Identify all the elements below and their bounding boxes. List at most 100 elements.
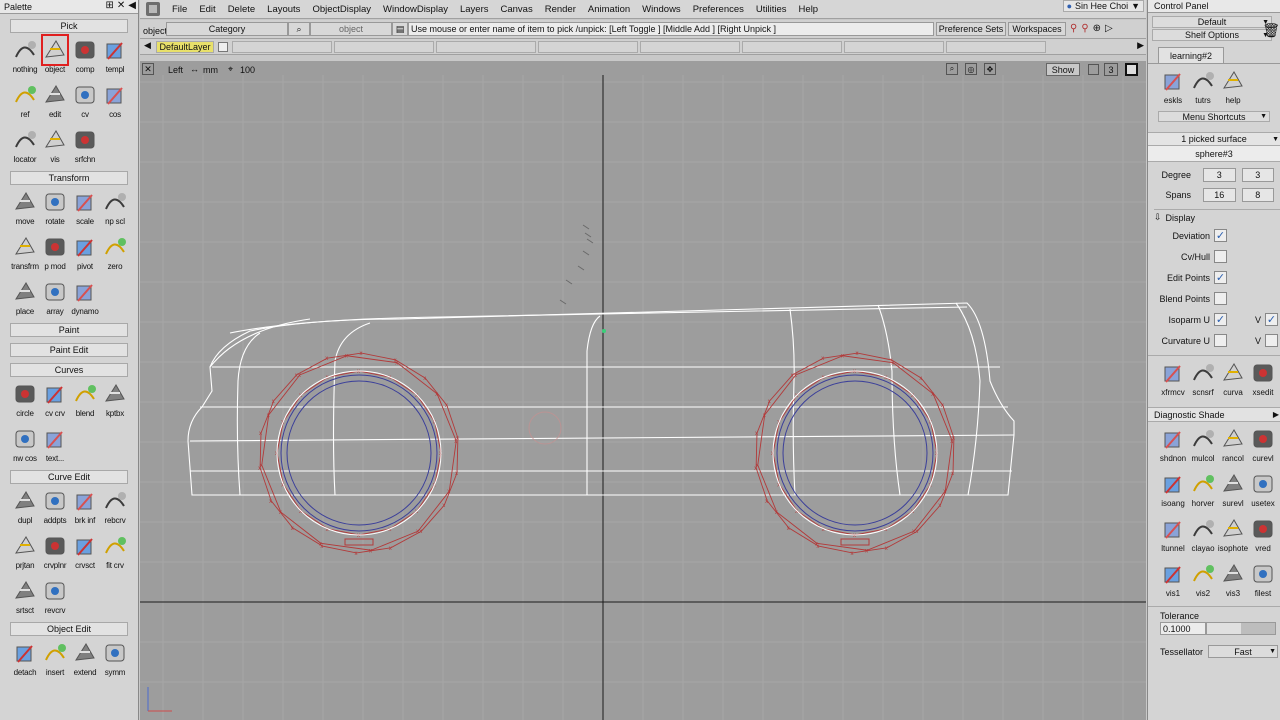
command-prompt-field[interactable]: Use mouse or enter name of item to pick … <box>408 22 934 36</box>
maximize-icon[interactable] <box>1125 63 1138 76</box>
workspaces-button[interactable]: Workspaces <box>1008 22 1066 36</box>
diagnostic-shade-header[interactable]: Diagnostic Shade ▶ <box>1148 407 1280 422</box>
edit-points-checkbox[interactable]: ✓ <box>1214 271 1227 284</box>
move-view-icon[interactable]: ✥ <box>984 63 996 75</box>
user-menu[interactable]: ● Sin Hee Choi ▼ <box>1062 0 1144 12</box>
menu-shortcuts-button[interactable]: Menu Shortcuts <box>1158 111 1270 122</box>
transform-zero-tool[interactable]: zero <box>100 232 130 276</box>
curves-text-tool[interactable]: text... <box>40 424 70 468</box>
pick-srfchn-tool[interactable]: srfchn <box>70 125 100 169</box>
curves-cv-crv-tool[interactable]: cv crv <box>40 379 70 423</box>
preference-sets-button[interactable]: Preference Sets <box>936 22 1006 36</box>
menu-edit[interactable]: Edit <box>193 4 221 15</box>
curve-edit-rebcrv-tool[interactable]: rebcrv <box>100 486 130 530</box>
layer-slot[interactable] <box>742 41 842 53</box>
wheel-2[interactable]: xxxxxxxxxxxxxxxxxxxxxxxxxxxxxxxxxxxxxxxx… <box>754 351 955 557</box>
prompt-history-icon[interactable]: ▤ <box>392 22 408 36</box>
transform-pivot-tool[interactable]: pivot <box>70 232 100 276</box>
menu-utilities[interactable]: Utilities <box>750 4 793 15</box>
layer-slot[interactable] <box>436 41 536 53</box>
default-layer-tab[interactable]: DefaultLayer <box>156 41 214 53</box>
curves-kptbx-tool[interactable]: kptbx <box>100 379 130 423</box>
menu-delete[interactable]: Delete <box>222 4 261 15</box>
layer-scroll-right-icon[interactable]: ▶ <box>1137 40 1144 51</box>
trash-icon[interactable]: 🗑 <box>1262 22 1280 39</box>
shade-vred-tool[interactable]: vred <box>1248 514 1278 559</box>
shade-vis3-tool[interactable]: vis3 <box>1218 559 1248 604</box>
shade-curevl-tool[interactable]: curevl <box>1248 424 1278 469</box>
menu-file[interactable]: File <box>166 4 193 15</box>
picked-object-dropdown[interactable]: 1 picked surface ▼ <box>1148 132 1280 146</box>
shade-filest-tool[interactable]: filest <box>1248 559 1278 604</box>
shade-horver-tool[interactable]: horver <box>1188 469 1218 514</box>
transform-rotate-tool[interactable]: rotate <box>40 187 70 231</box>
layer-slot[interactable] <box>232 41 332 53</box>
section-paint[interactable]: Paint <box>10 323 128 337</box>
viewport-canvas[interactable]: x x x x x x x x x x x x x x x x x x x x x x x x x x x x x x x x x x x x x x x x… <box>140 61 1146 720</box>
zoom-icon[interactable]: ⌕ <box>946 63 958 75</box>
curves-blend-tool[interactable]: blend <box>70 379 100 423</box>
degree-u-field[interactable]: 3 <box>1203 168 1236 182</box>
shelf-options-dropdown[interactable]: Shelf Options <box>1152 29 1272 41</box>
transform-move-tool[interactable]: move <box>10 187 40 231</box>
object-edit-symm-tool[interactable]: symm <box>100 638 130 682</box>
object-edit-detach-tool[interactable]: detach <box>10 638 40 682</box>
menu-windows[interactable]: Windows <box>636 4 687 15</box>
curves-nw-cos-tool[interactable]: nw cos <box>10 424 40 468</box>
transform-p-mod-tool[interactable]: p mod <box>40 232 70 276</box>
object-edit-extend-tool[interactable]: extend <box>70 638 100 682</box>
section-object-edit[interactable]: Object Edit <box>10 622 128 636</box>
spans-v-field[interactable]: 8 <box>1241 188 1274 202</box>
collapse-icon[interactable]: ◀ <box>128 0 136 11</box>
transform-np-scl-tool[interactable]: np scl <box>100 187 130 231</box>
viewport-left[interactable]: x x x x x x x x x x x x x x x x x x x x x x x x x x x x x x x x x x x x x x x x… <box>140 61 1146 720</box>
tolerance-field[interactable]: 0.1000 <box>1160 622 1206 635</box>
layer-slot[interactable] <box>538 41 638 53</box>
category-dropdown[interactable]: Category <box>166 22 288 36</box>
play-icon[interactable]: ▷ <box>1105 23 1113 34</box>
shelf-help-tool[interactable]: help <box>1218 66 1248 111</box>
cv-hull-checkbox[interactable] <box>1214 250 1227 263</box>
close-icon[interactable]: ✕ <box>117 0 125 11</box>
shade-isoang-tool[interactable]: isoang <box>1158 469 1188 514</box>
menu-layouts[interactable]: Layouts <box>261 4 306 15</box>
transform-array-tool[interactable]: array <box>40 277 70 321</box>
shade-rancol-tool[interactable]: rancol <box>1218 424 1248 469</box>
shade-clayao-tool[interactable]: clayao <box>1188 514 1218 559</box>
object-filter-field[interactable]: object <box>310 22 392 36</box>
curve-edit-srtsct-tool[interactable]: srtsct <box>10 576 40 620</box>
curve-edit-addpts-tool[interactable]: addpts <box>40 486 70 530</box>
curve-edit-prjtan-tool[interactable]: prjtan <box>10 531 40 575</box>
shade-surevl-tool[interactable]: surevl <box>1218 469 1248 514</box>
pick-filter-icon[interactable]: ⌕ <box>288 22 310 36</box>
menu-objectdisplay[interactable]: ObjectDisplay <box>306 4 377 15</box>
pick-vis-tool[interactable]: vis <box>40 125 70 169</box>
layer-scroll-left-icon[interactable]: ◀ <box>144 40 151 51</box>
wheel-1[interactable]: xxxxxxxxxxxxxxxxxxxxxxxxxxxxxxxxxxxxxxxx… <box>258 351 459 557</box>
pin-icon[interactable]: ⊞ <box>106 0 114 11</box>
window-mode-icon[interactable] <box>1088 64 1099 75</box>
pick-nothing-tool[interactable]: nothing <box>10 35 40 79</box>
tessellator-dropdown[interactable]: Fast ▼ <box>1208 645 1278 658</box>
layer-slot[interactable] <box>334 41 434 53</box>
blend-points-checkbox[interactable] <box>1214 292 1227 305</box>
transform-transfrm-tool[interactable]: transfrm <box>10 232 40 276</box>
menu-help[interactable]: Help <box>793 4 825 15</box>
curves-circle-tool[interactable]: circle <box>10 379 40 423</box>
layer-slot[interactable] <box>946 41 1046 53</box>
shelf-tutrs-tool[interactable]: tutrs <box>1188 66 1218 111</box>
shade-shdnon-tool[interactable]: shdnon <box>1158 424 1188 469</box>
display-section-header[interactable]: ⇩ Display <box>1154 209 1280 225</box>
cp-xsedit-tool[interactable]: xsedit <box>1248 358 1278 403</box>
curve-edit-dupl-tool[interactable]: dupl <box>10 486 40 530</box>
curve-edit-crvsct-tool[interactable]: crvsct <box>70 531 100 575</box>
menu-windowdisplay[interactable]: WindowDisplay <box>377 4 454 15</box>
shade-isophote-tool[interactable]: isophote <box>1218 514 1248 559</box>
section-curves[interactable]: Curves <box>10 363 128 377</box>
curve-edit-crvplnr-tool[interactable]: crvplnr <box>40 531 70 575</box>
shade-vis1-tool[interactable]: vis1 <box>1158 559 1188 604</box>
transform-scale-tool[interactable]: scale <box>70 187 100 231</box>
pick-locator-tool[interactable]: locator <box>10 125 40 169</box>
transform-place-tool[interactable]: place <box>10 277 40 321</box>
transform-dynamo-tool[interactable]: dynamo <box>70 277 100 321</box>
